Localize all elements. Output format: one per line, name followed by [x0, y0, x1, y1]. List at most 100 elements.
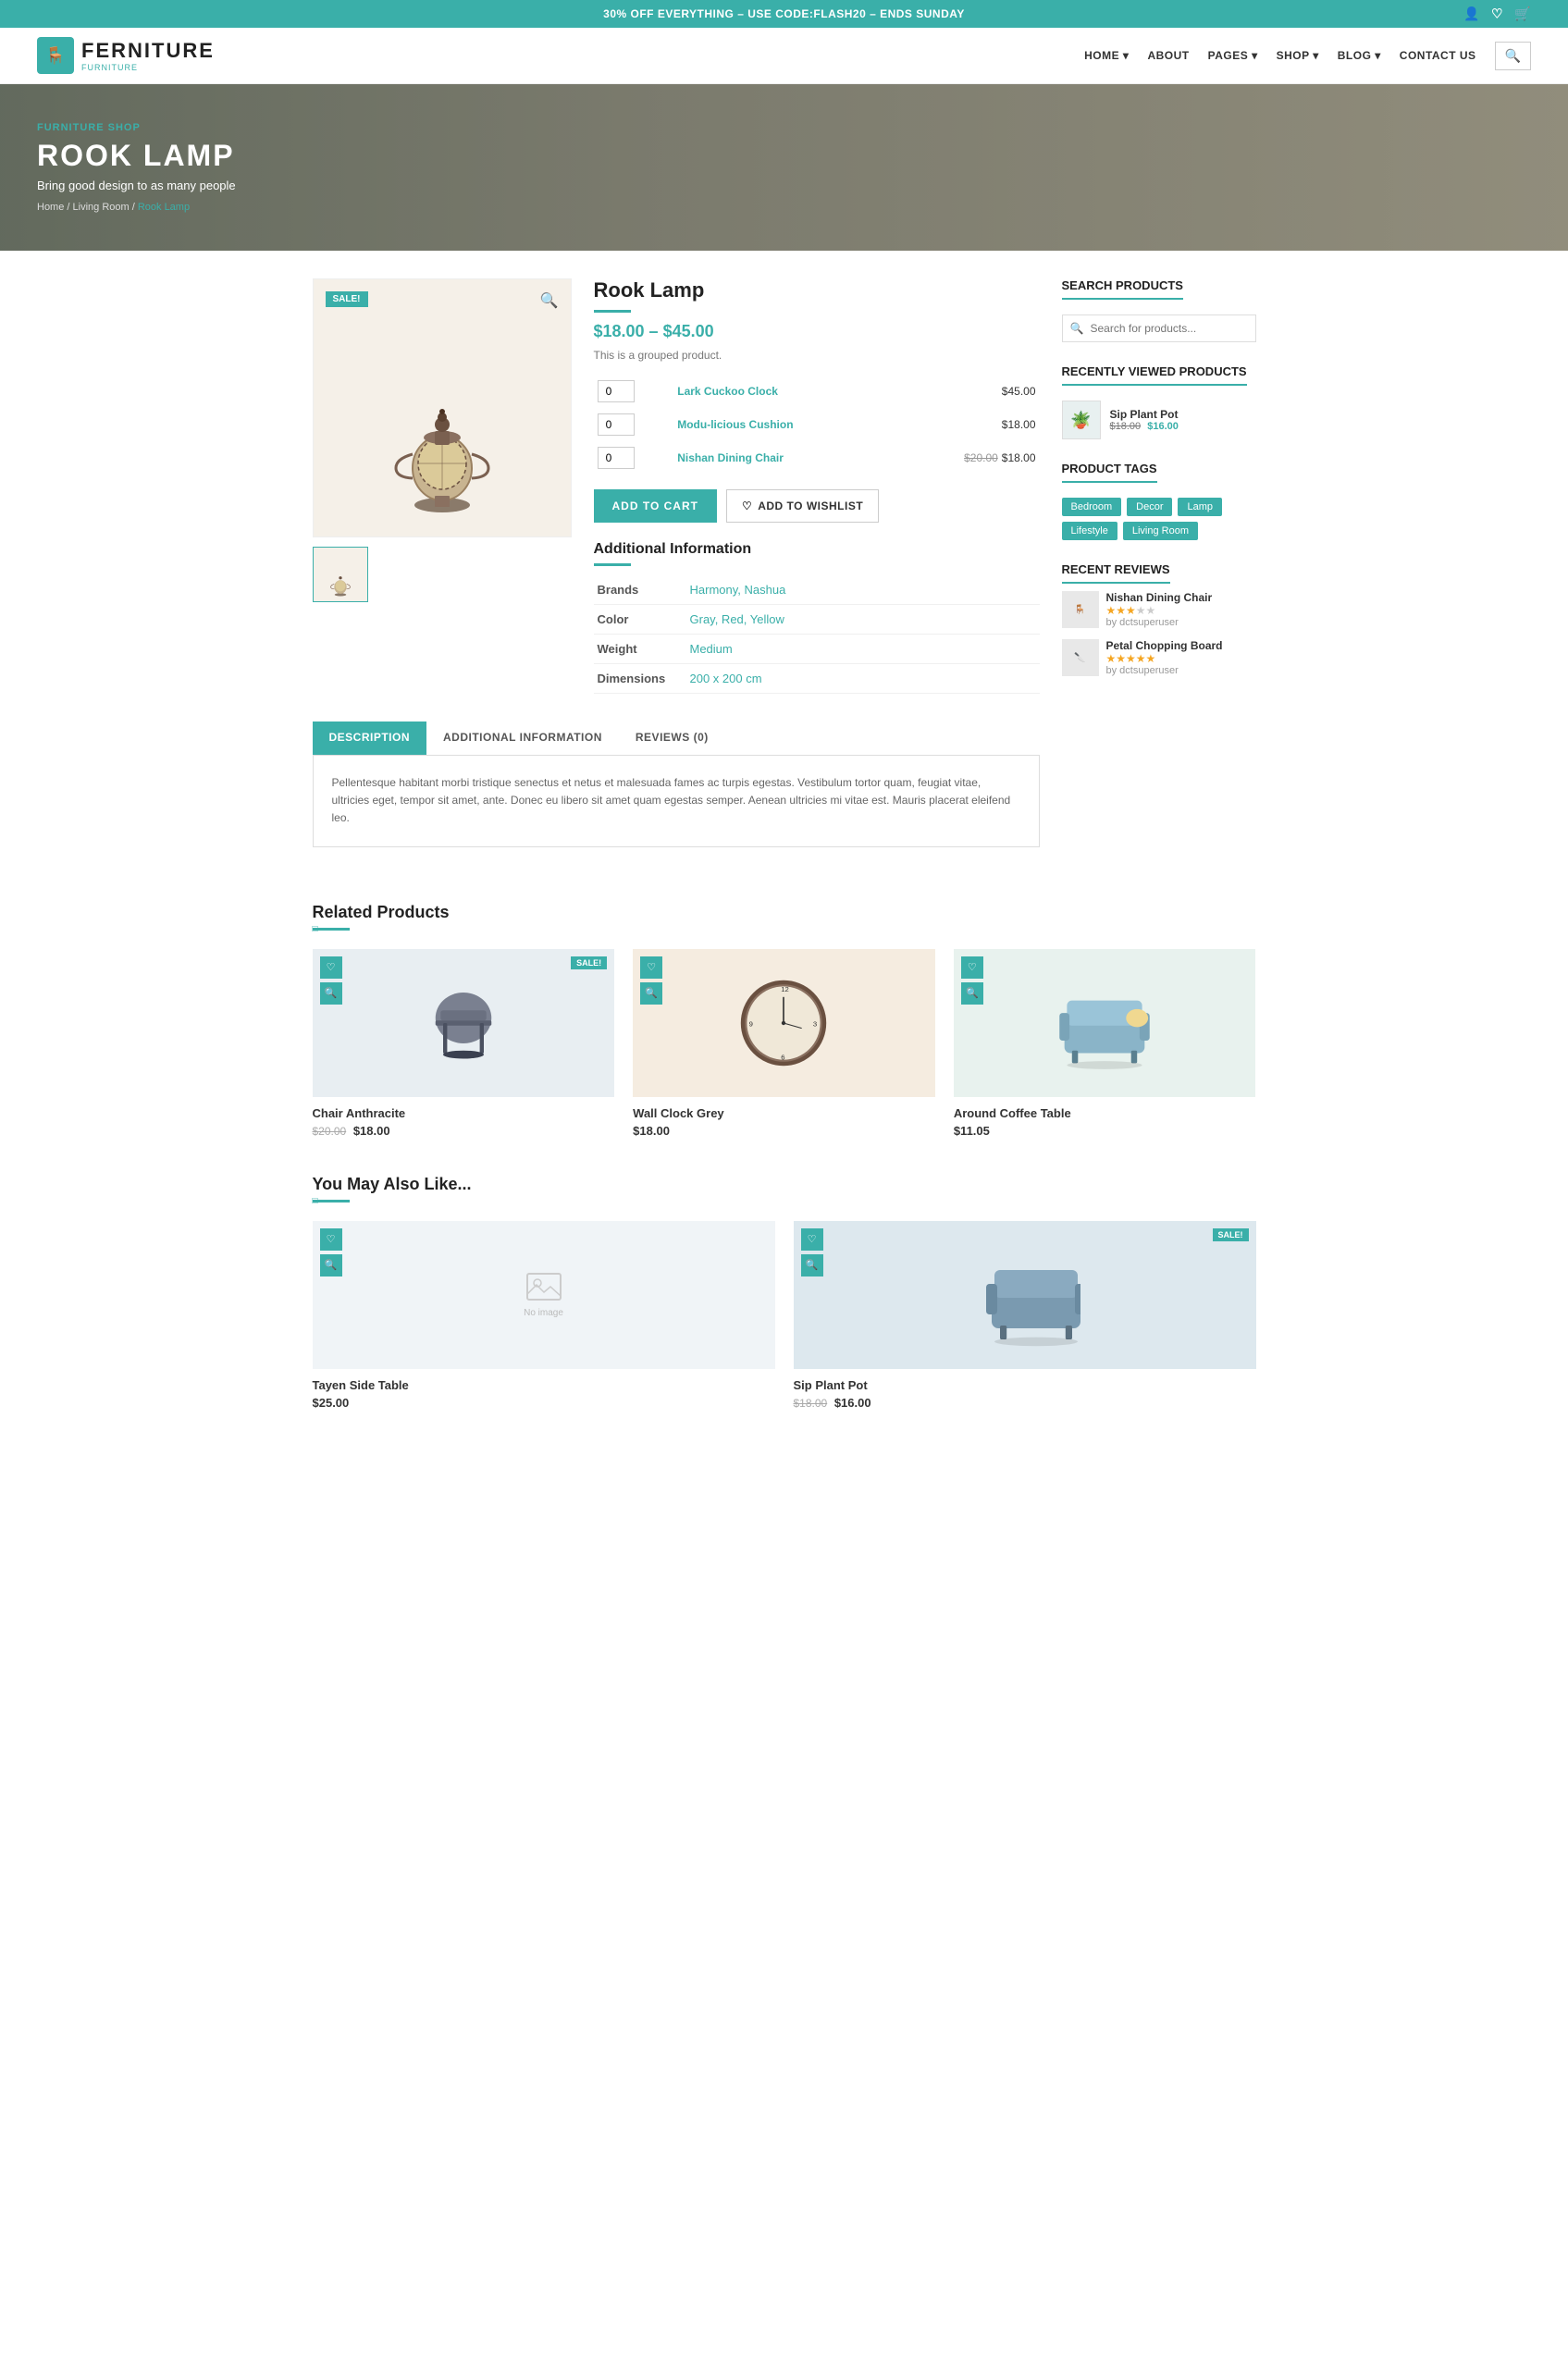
review-image-nishan: 🪑: [1062, 591, 1099, 628]
nav-pages[interactable]: PAGES ▾: [1208, 49, 1258, 62]
product-link-modu[interactable]: Modu-licious Cushion: [677, 418, 793, 431]
svg-text:12: 12: [782, 984, 790, 993]
grouped-product-label: This is a grouped product.: [594, 349, 1040, 362]
product-item-row: Lark Cuckoo Clock $45.00: [594, 375, 1040, 408]
tags-title: PRODUCT TAGS: [1062, 462, 1157, 483]
breadcrumb-home[interactable]: Home: [37, 202, 64, 213]
wishlist-btn-clock[interactable]: ♡: [640, 956, 662, 979]
review-item-petal: 🔪 Petal Chopping Board ★★★★★ by dctsuper…: [1062, 639, 1256, 676]
nav-contact[interactable]: CONTACT US: [1400, 49, 1476, 62]
related-products-grid: ♡ 🔍 SALE! Chair Anthracite $20.00 $18.00: [313, 949, 1256, 1138]
nav-home[interactable]: HOME ▾: [1084, 49, 1129, 62]
search-input-wrap: 🔍: [1062, 314, 1256, 342]
also-like-tayen-image: ♡ 🔍 No image: [313, 1221, 775, 1369]
site-header: 🪑 FERNITURE FURNITURE HOME ▾ ABOUT PAGES…: [0, 28, 1568, 84]
tab-list: DESCRIPTION ADDITIONAL INFORMATION REVIE…: [313, 722, 1040, 756]
wishlist-btn-table[interactable]: ♡: [961, 956, 983, 979]
related-product-chair-image: ♡ 🔍 SALE!: [313, 949, 615, 1097]
logo-icon: 🪑: [37, 37, 74, 74]
user-icon[interactable]: 👤: [1463, 6, 1480, 22]
wishlist-btn-chair[interactable]: ♡: [320, 956, 342, 979]
nav-about[interactable]: ABOUT: [1147, 49, 1189, 62]
image-zoom-button[interactable]: 🔍: [540, 291, 559, 310]
product-actions: ADD TO CART ♡ ADD TO WISHLIST: [594, 489, 1040, 523]
product-link-lark[interactable]: Lark Cuckoo Clock: [677, 385, 778, 398]
product-title-divider: [594, 310, 631, 313]
qty-lark[interactable]: [598, 380, 635, 402]
tag-lamp[interactable]: Lamp: [1178, 498, 1222, 516]
review-info-petal: Petal Chopping Board ★★★★★ by dctsuperus…: [1106, 639, 1223, 676]
card-actions-table: ♡ 🔍: [961, 956, 983, 1005]
add-to-wishlist-button[interactable]: ♡ ADD TO WISHLIST: [726, 489, 879, 523]
tag-bedroom[interactable]: Bedroom: [1062, 498, 1122, 516]
product-images: SALE! 🔍: [313, 278, 572, 694]
dimensions-label: Dimensions: [594, 664, 686, 694]
sidebar: SEARCH PRODUCTS 🔍 RECENTLY VIEWED PRODUC…: [1062, 278, 1256, 875]
nav-shop[interactable]: SHOP ▾: [1277, 49, 1319, 62]
wishlist-btn-sip[interactable]: ♡: [801, 1228, 823, 1251]
breadcrumb-living-room[interactable]: Living Room: [73, 202, 130, 213]
tab-content-description: Pellentesque habitant morbi tristique se…: [313, 756, 1040, 847]
recent-product-item[interactable]: 🪴 Sip Plant Pot $18.00 $16.00: [1062, 401, 1256, 439]
qty-nishan[interactable]: [598, 447, 635, 469]
tab-description[interactable]: DESCRIPTION: [313, 722, 427, 755]
also-like-sip-price: $18.00 $16.00: [794, 1396, 1256, 1410]
logo[interactable]: 🪑 FERNITURE FURNITURE: [37, 37, 215, 74]
main-container: SALE! 🔍: [276, 251, 1293, 903]
wishlist-icon[interactable]: ♡: [1491, 6, 1503, 22]
thumbnail-1[interactable]: [313, 547, 368, 602]
search-btn-table[interactable]: 🔍: [961, 982, 983, 1005]
recent-product-name: Sip Plant Pot: [1110, 408, 1179, 421]
attribute-row-color: Color Gray, Red, Yellow: [594, 605, 1040, 635]
weight-value: Medium: [686, 635, 1040, 664]
related-product-chair: ♡ 🔍 SALE! Chair Anthracite $20.00 $18.00: [313, 949, 615, 1138]
recent-product-new-price: $16.00: [1147, 421, 1179, 432]
search-input[interactable]: [1062, 314, 1256, 342]
color-value: Gray, Red, Yellow: [686, 605, 1040, 635]
product-tabs: DESCRIPTION ADDITIONAL INFORMATION REVIE…: [313, 722, 1040, 847]
top-banner: 30% OFF EVERYTHING – USE CODE:FLASH20 – …: [0, 0, 1568, 28]
logo-text: FERNITURE: [81, 39, 215, 63]
header-icons: 👤 ♡ 🛒: [1463, 6, 1531, 22]
recent-product-image: 🪴: [1062, 401, 1101, 439]
related-product-chair-name: Chair Anthracite: [313, 1106, 615, 1120]
tag-lifestyle[interactable]: Lifestyle: [1062, 522, 1117, 540]
nav-blog[interactable]: BLOG ▾: [1338, 49, 1381, 62]
sidebar-recent-reviews: RECENT REVIEWS 🪑 Nishan Dining Chair ★★★…: [1062, 562, 1256, 676]
card-actions-tayen: ♡ 🔍: [320, 1228, 342, 1276]
tab-additional-information[interactable]: ADDITIONAL INFORMATION: [426, 722, 619, 755]
recently-viewed-title: RECENTLY VIEWED PRODUCTS: [1062, 364, 1247, 386]
attribute-row-brands: Brands Harmony, Nashua: [594, 575, 1040, 605]
dimensions-value: 200 x 200 cm: [686, 664, 1040, 694]
weight-label: Weight: [594, 635, 686, 664]
tag-decor[interactable]: Decor: [1127, 498, 1172, 516]
search-btn-chair[interactable]: 🔍: [320, 982, 342, 1005]
review-item-nishan: 🪑 Nishan Dining Chair ★★★★★ by dctsuperu…: [1062, 591, 1256, 628]
search-btn-sip[interactable]: 🔍: [801, 1254, 823, 1276]
tag-living-room[interactable]: Living Room: [1123, 522, 1198, 540]
related-product-clock-name: Wall Clock Grey: [633, 1106, 935, 1120]
add-to-cart-button[interactable]: ADD TO CART: [594, 489, 717, 523]
search-title: SEARCH PRODUCTS: [1062, 278, 1183, 300]
review-name-petal: Petal Chopping Board: [1106, 639, 1223, 652]
nav-search-button[interactable]: 🔍: [1495, 42, 1531, 70]
also-like-sip: ♡ 🔍 SALE! Sip Plant Pot $18.00 $16.00: [794, 1221, 1256, 1410]
search-btn-clock[interactable]: 🔍: [640, 982, 662, 1005]
tab-reviews[interactable]: REVIEWS (0): [619, 722, 725, 755]
placeholder-text: No image: [524, 1308, 563, 1318]
search-btn-tayen[interactable]: 🔍: [320, 1254, 342, 1276]
product-detail: Rook Lamp $18.00 – $45.00 This is a grou…: [572, 278, 1040, 694]
product-link-nishan[interactable]: Nishan Dining Chair: [677, 451, 784, 464]
review-info-nishan: Nishan Dining Chair ★★★★★ by dctsuperuse…: [1106, 591, 1213, 628]
review-stars-petal: ★★★★★: [1106, 652, 1223, 665]
wishlist-btn-tayen[interactable]: ♡: [320, 1228, 342, 1251]
tags-container: Bedroom Decor Lamp Lifestyle Living Room: [1062, 498, 1256, 540]
additional-info-title: Additional Information: [594, 541, 1040, 558]
additional-info-divider: [594, 563, 631, 566]
recent-product-old-price: $18.00: [1110, 421, 1142, 432]
svg-text:6: 6: [782, 1053, 785, 1061]
cart-icon[interactable]: 🛒: [1514, 6, 1531, 22]
qty-modu[interactable]: [598, 413, 635, 436]
sidebar-product-tags: PRODUCT TAGS Bedroom Decor Lamp Lifestyl…: [1062, 462, 1256, 540]
related-product-table: ♡ 🔍: [954, 949, 1256, 1138]
